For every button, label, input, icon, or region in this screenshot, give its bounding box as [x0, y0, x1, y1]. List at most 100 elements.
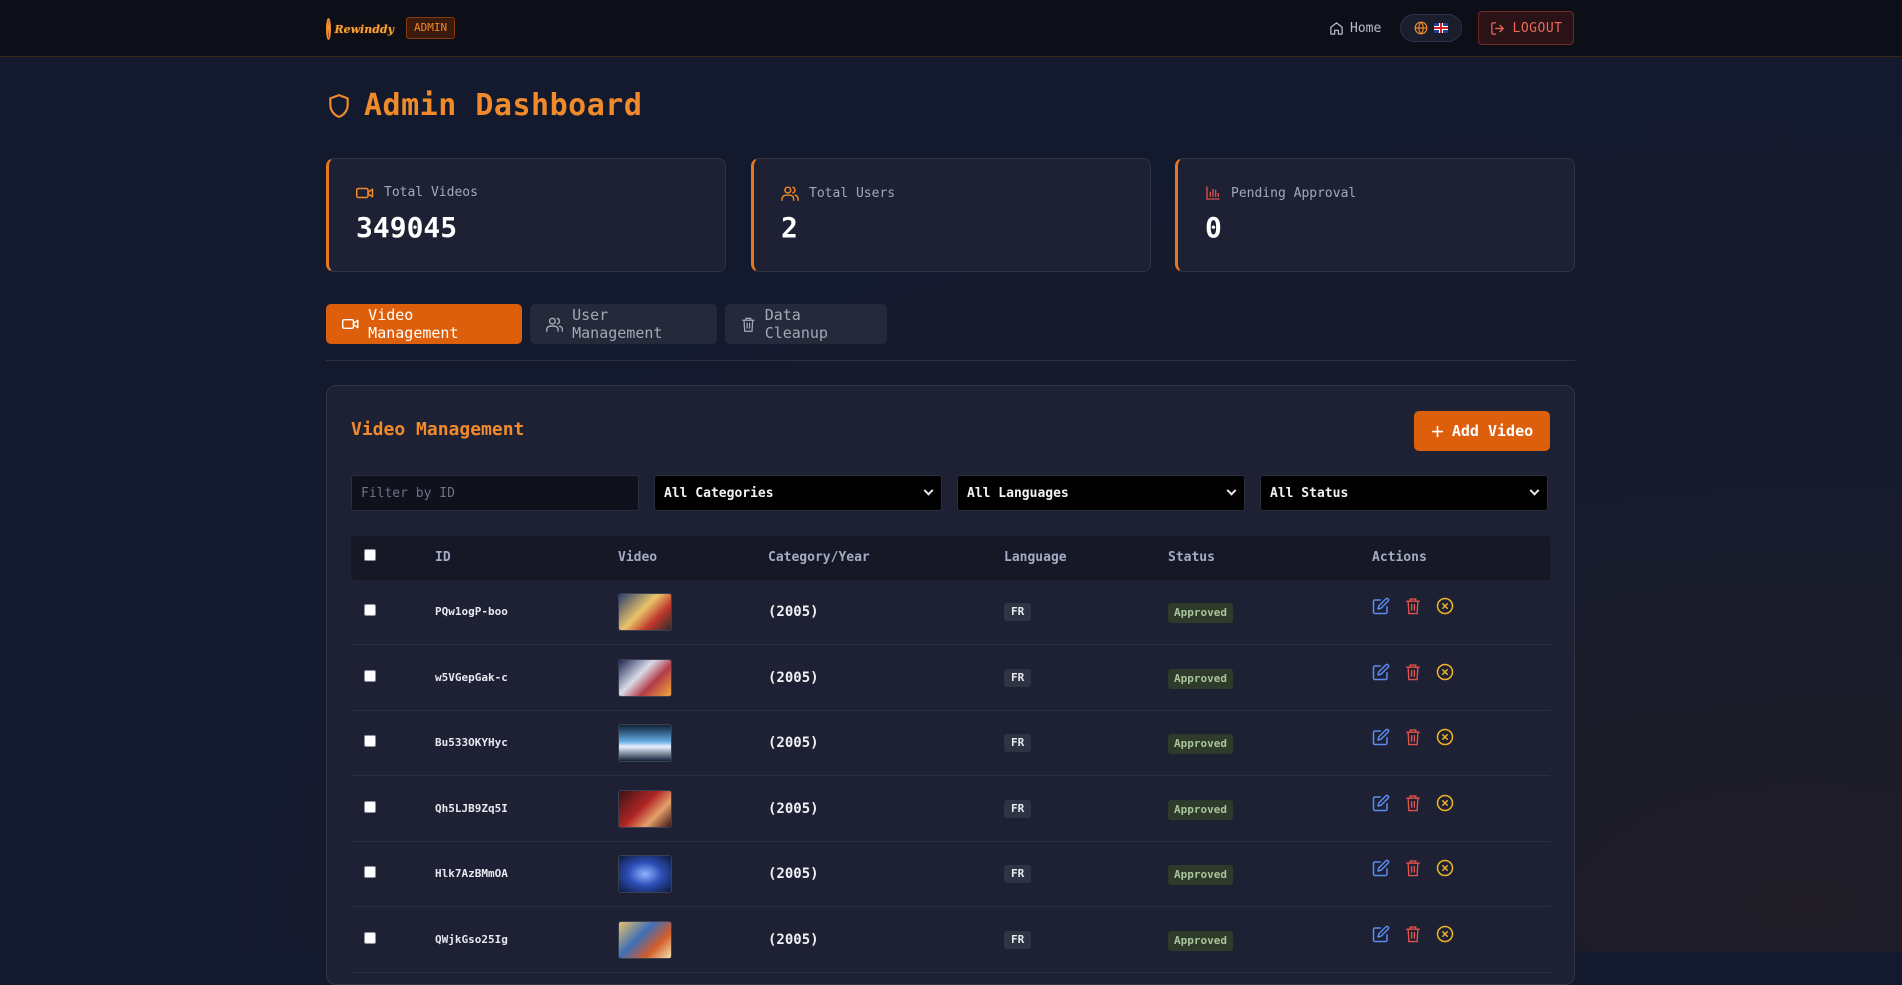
language-badge: FR — [1004, 865, 1032, 883]
video-management-panel: Video Management Add Video Filter by ID … — [326, 385, 1575, 985]
shield-icon — [329, 93, 349, 118]
reject-icon[interactable] — [1436, 728, 1454, 746]
status-select[interactable]: All Status — [1260, 475, 1548, 511]
reject-icon[interactable] — [1436, 597, 1454, 615]
language-badge: FR — [1004, 799, 1032, 818]
plus-icon — [1431, 425, 1444, 437]
category-select[interactable]: All Categories — [654, 475, 942, 511]
chevron-down-icon — [1529, 485, 1540, 496]
users-icon — [781, 186, 799, 201]
tab-video-management[interactable]: Video Management — [326, 304, 522, 344]
stat-value: 2 — [781, 211, 798, 244]
filter-id-input[interactable]: Filter by ID — [351, 475, 639, 511]
tab-label: Data Cleanup — [764, 306, 828, 342]
logo-text: Rewinddy — [334, 22, 394, 36]
video-thumbnail[interactable] — [618, 855, 672, 893]
video-id: w5VGepGak-c — [435, 670, 508, 684]
delete-icon[interactable] — [1404, 597, 1422, 615]
row-checkbox[interactable] — [364, 931, 376, 944]
edit-icon[interactable] — [1372, 925, 1390, 943]
admin-badge: ADMIN — [406, 17, 456, 39]
language-switcher[interactable] — [1400, 14, 1462, 42]
tab-data-cleanup[interactable]: Data Cleanup — [725, 304, 887, 344]
edit-icon[interactable] — [1372, 597, 1390, 615]
delete-icon[interactable] — [1404, 859, 1422, 877]
table-row: Hlk7AzBMmOA (2005) FR Approved — [351, 842, 1550, 907]
row-checkbox[interactable] — [364, 735, 376, 747]
video-id: PQw1ogP-boo — [435, 605, 508, 618]
edit-icon[interactable] — [1372, 794, 1390, 812]
delete-icon[interactable] — [1404, 794, 1422, 812]
video-thumbnail[interactable] — [618, 789, 672, 828]
video-thumbnail[interactable] — [618, 658, 672, 697]
video-id: Hlk7AzBMmOA — [435, 867, 508, 880]
delete-icon[interactable] — [1404, 728, 1422, 746]
status-badge: Approved — [1168, 799, 1233, 820]
language-badge: FR — [1004, 603, 1032, 621]
edit-icon[interactable] — [1372, 859, 1390, 877]
column-header-actions: Actions — [1372, 550, 1427, 565]
logo-disk-icon — [326, 18, 332, 40]
language-select[interactable]: All Languages — [957, 475, 1245, 511]
reject-icon[interactable] — [1436, 663, 1454, 681]
stat-value: 349045 — [356, 211, 458, 244]
tab-user-management[interactable]: User Management — [530, 304, 717, 344]
reject-icon[interactable] — [1436, 925, 1454, 943]
status-badge: Approved — [1168, 865, 1233, 885]
table-header: ID Video Category/Year Language Status A… — [351, 536, 1550, 580]
edit-icon[interactable] — [1372, 663, 1390, 681]
page-title-text: Admin Dashboard — [364, 88, 643, 123]
category-year: (2005) — [768, 800, 819, 817]
category-year: (2005) — [768, 735, 819, 751]
tabs-divider — [326, 360, 1575, 361]
globe-icon — [1414, 21, 1428, 35]
stat-value: 0 — [1205, 211, 1222, 244]
row-checkbox[interactable] — [364, 669, 376, 682]
video-thumbnail[interactable] — [618, 920, 672, 959]
language-badge: FR — [1004, 930, 1032, 949]
table-row: Qh5LJB9Zq5I (2005) FR Approved — [351, 777, 1550, 842]
top-bar: Rewinddy ADMIN Home LOGOUT — [0, 0, 1902, 57]
stat-label: Total Videos — [384, 185, 478, 200]
category-select-value: All Categories — [664, 485, 774, 501]
add-video-label: Add Video — [1451, 422, 1534, 440]
home-link[interactable]: Home — [1329, 18, 1381, 38]
edit-icon[interactable] — [1372, 728, 1390, 746]
select-all-checkbox[interactable] — [364, 549, 376, 561]
stat-label: Pending Approval — [1231, 185, 1357, 201]
status-badge: Approved — [1168, 930, 1233, 951]
trash-icon — [742, 317, 755, 332]
category-year: (2005) — [768, 604, 819, 620]
chevron-down-icon — [923, 485, 934, 496]
language-select-value: All Languages — [967, 485, 1069, 501]
status-badge: Approved — [1168, 603, 1233, 623]
home-icon — [1330, 21, 1343, 35]
logout-button[interactable]: LOGOUT — [1478, 11, 1574, 45]
table-row: QWjkGso25Ig (2005) FR Approved — [351, 908, 1550, 973]
column-header-status: Status — [1168, 550, 1215, 565]
reject-icon[interactable] — [1436, 794, 1454, 812]
row-checkbox[interactable] — [364, 800, 376, 813]
stat-card-total-videos: Total Videos 349045 — [326, 158, 726, 272]
video-icon — [356, 187, 374, 198]
add-video-button[interactable]: Add Video — [1414, 411, 1550, 451]
video-thumbnail[interactable] — [618, 724, 672, 762]
column-header-video: Video — [618, 550, 658, 565]
video-icon — [342, 318, 359, 330]
home-label: Home — [1350, 20, 1382, 36]
video-thumbnail[interactable] — [618, 593, 672, 631]
status-badge: Approved — [1168, 668, 1233, 689]
video-id: Qh5LJB9Zq5I — [435, 801, 508, 815]
language-badge: FR — [1004, 734, 1032, 752]
stat-label: Total Users — [809, 185, 896, 201]
row-checkbox[interactable] — [364, 604, 376, 616]
row-checkbox[interactable] — [364, 866, 376, 878]
table-row: Bu533OKYHyc (2005) FR Approved — [351, 711, 1550, 776]
stat-card-total-users: Total Users 2 — [751, 158, 1151, 272]
delete-icon[interactable] — [1404, 925, 1422, 943]
reject-icon[interactable] — [1436, 859, 1454, 877]
page-title: Admin Dashboard — [326, 88, 642, 123]
delete-icon[interactable] — [1404, 663, 1422, 681]
logo[interactable]: Rewinddy — [326, 14, 394, 44]
video-id: QWjkGso25Ig — [435, 932, 508, 946]
